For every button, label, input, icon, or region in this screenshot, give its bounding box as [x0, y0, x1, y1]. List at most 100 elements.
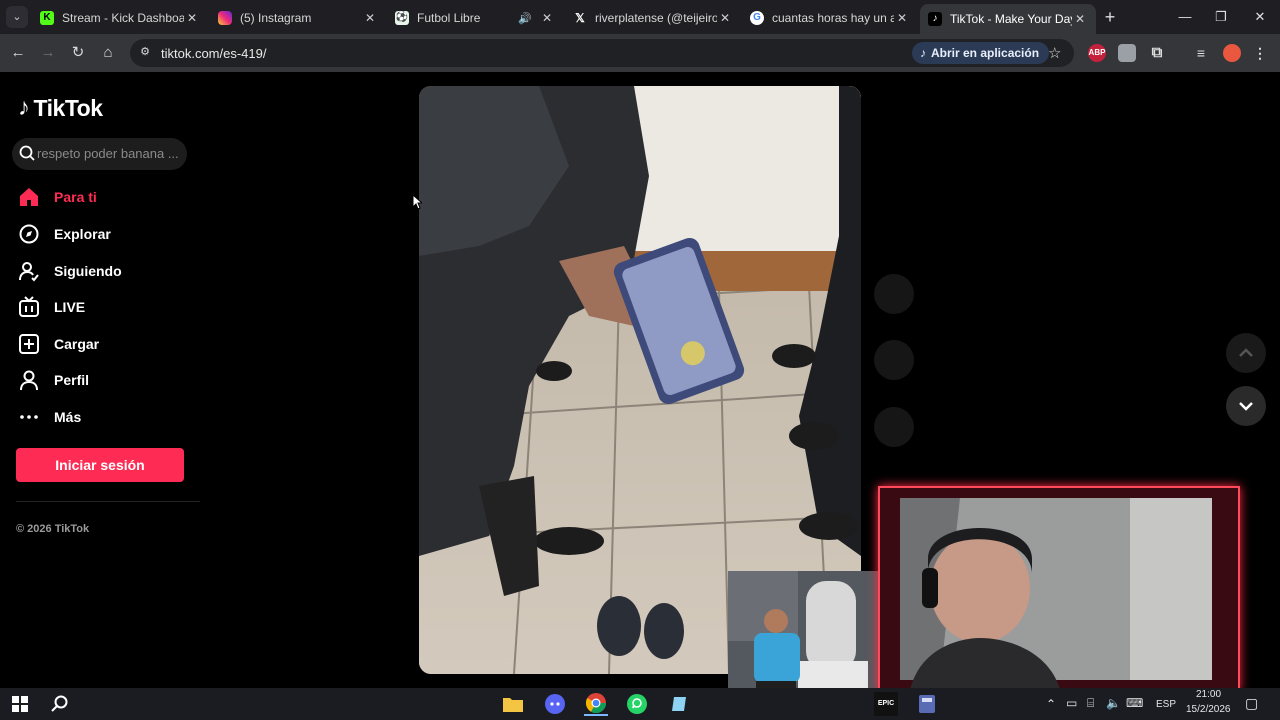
nav-label: Perfil: [54, 372, 90, 388]
google-icon: G: [750, 11, 764, 25]
compass-icon: [18, 223, 40, 245]
nav-para-ti[interactable]: Para ti: [18, 182, 97, 212]
open-in-app-button[interactable]: ♪ Abrir en aplicación: [912, 42, 1050, 64]
minimize-button[interactable]: —: [1172, 6, 1198, 28]
divider: [16, 501, 200, 502]
close-icon[interactable]: ✕: [1072, 12, 1088, 26]
nav-siguiendo[interactable]: Siguiendo: [18, 256, 122, 286]
address-bar[interactable]: ⚙ tiktok.com/es-419/ ♪ Abrir en aplicaci…: [130, 39, 1074, 67]
profile-icon: [18, 369, 40, 391]
tray-expand-icon[interactable]: ⌃: [1046, 697, 1056, 711]
webcam-overlay: [878, 486, 1240, 692]
tiktok-icon: ♪: [928, 12, 942, 26]
notifications-icon[interactable]: ▢: [1245, 695, 1258, 712]
network-icon[interactable]: ⌸: [1087, 696, 1094, 711]
tab-title: riverplatense (@teijeiroant: [595, 11, 717, 25]
tab-title: cuantas horas hay un año: [772, 11, 894, 25]
media-control-icon[interactable]: ≡: [1192, 44, 1210, 62]
bookmark-star-icon[interactable]: ☆: [1048, 44, 1061, 62]
close-icon[interactable]: ✕: [362, 11, 378, 25]
close-icon[interactable]: ✕: [894, 11, 910, 25]
close-icon[interactable]: ✕: [717, 11, 733, 25]
open-in-app-label: Abrir en aplicación: [931, 46, 1040, 60]
nav-label: Cargar: [54, 336, 100, 352]
close-icon[interactable]: ✕: [184, 11, 200, 25]
browser-toolbar: ← → ↻ ⌂ ⚙ tiktok.com/es-419/ ♪ Abrir en …: [0, 34, 1280, 72]
search-icon: [19, 145, 35, 161]
chevron-down-icon: [1239, 402, 1253, 411]
tab-title: Stream - Kick Dashboard: [62, 11, 184, 25]
profile-avatar[interactable]: [1223, 44, 1241, 62]
site-info-icon[interactable]: ⚙: [138, 45, 152, 59]
window-close-button[interactable]: ✕: [1247, 6, 1273, 28]
tab-search-button[interactable]: ⌄: [6, 6, 28, 28]
app-icon[interactable]: [667, 692, 691, 716]
volume-icon[interactable]: 🔈: [1106, 696, 1121, 710]
x-icon: 𝕏: [575, 11, 585, 25]
nav-perfil[interactable]: Perfil: [18, 365, 89, 395]
search-placeholder: respeto poder banana ...: [37, 146, 179, 161]
nav-label: Más: [54, 409, 82, 425]
bookmark-button[interactable]: [874, 407, 914, 447]
tiktok-logo[interactable]: ♪ TikTok: [18, 94, 103, 122]
whatsapp-icon[interactable]: [625, 692, 649, 716]
user-follow-icon: [18, 260, 40, 282]
reload-button[interactable]: ↻: [67, 42, 89, 64]
tab-title: TikTok - Make Your Day: [950, 12, 1072, 26]
epic-games-icon[interactable]: EPIC: [874, 692, 898, 716]
windows-start-icon[interactable]: [8, 692, 32, 716]
login-button[interactable]: Iniciar sesión: [16, 448, 184, 482]
nav-mas[interactable]: Más: [18, 402, 81, 432]
home-icon: [18, 186, 40, 208]
file-explorer-icon[interactable]: [501, 692, 525, 716]
nav-label: Para ti: [54, 189, 97, 205]
nav-label: LIVE: [54, 299, 86, 315]
tab-futbol-libre[interactable]: ⚽ Futbol Libre 🔊 ✕: [387, 4, 563, 32]
clock-date[interactable]: 15/2/2026: [1186, 704, 1231, 715]
nav-cargar[interactable]: Cargar: [18, 329, 99, 359]
comment-button[interactable]: [874, 340, 914, 380]
tab-title: (5) Instagram: [240, 11, 312, 25]
tab-google[interactable]: G cuantas horas hay un año ✕: [742, 4, 918, 32]
previous-video-button[interactable]: [1226, 333, 1266, 373]
browser-menu-icon[interactable]: ⋮: [1251, 44, 1269, 62]
back-button[interactable]: ←: [7, 42, 29, 64]
language-indicator[interactable]: ESP: [1156, 699, 1176, 710]
adblock-plus-icon[interactable]: ABP: [1088, 44, 1106, 62]
tab-tiktok[interactable]: ♪ TikTok - Make Your Day ✕: [920, 4, 1096, 34]
nav-explorar[interactable]: Explorar: [18, 219, 111, 249]
forward-button[interactable]: →: [37, 42, 59, 64]
clock-time[interactable]: 21:00: [1196, 689, 1221, 700]
speaker-icon[interactable]: 🔊: [517, 12, 533, 25]
new-tab-button[interactable]: +: [1100, 7, 1120, 27]
chrome-icon[interactable]: [584, 692, 608, 716]
like-button[interactable]: [874, 274, 914, 314]
windows-taskbar: EPIC ⌃ ▭ ⌸ 🔈 ⌨ ESP 21:00 15/2/2026 ▢: [0, 688, 1280, 720]
discord-icon[interactable]: [543, 692, 567, 716]
tiktok-icon: ♪: [920, 46, 926, 60]
maximize-button[interactable]: ❐: [1208, 6, 1234, 28]
nav-label: Explorar: [54, 226, 111, 242]
next-video-button[interactable]: [1226, 386, 1266, 426]
tab-kick[interactable]: K Stream - Kick Dashboard ✕: [32, 4, 208, 32]
keyboard-icon[interactable]: ⌨: [1126, 696, 1143, 710]
battery-icon[interactable]: ▭: [1066, 696, 1077, 710]
tiktok-icon: ♪: [18, 94, 30, 121]
live-tv-icon: [18, 296, 40, 318]
chevron-up-icon: [1239, 348, 1253, 357]
nav-live[interactable]: LIVE: [18, 292, 85, 322]
search-icon[interactable]: [48, 692, 72, 716]
futbol-libre-icon: ⚽: [395, 11, 409, 25]
more-dots-icon: [18, 406, 40, 428]
close-icon[interactable]: ✕: [539, 11, 555, 25]
home-button[interactable]: ⌂: [97, 42, 119, 64]
tab-x[interactable]: 𝕏 riverplatense (@teijeiroant ✕: [565, 4, 741, 32]
browser-tab-strip: ⌄ K Stream - Kick Dashboard ✕ (5) Instag…: [0, 0, 1280, 34]
search-input[interactable]: respeto poder banana ...: [12, 138, 187, 170]
upload-plus-icon: [18, 333, 40, 355]
tab-instagram[interactable]: (5) Instagram ✕: [210, 4, 386, 32]
extensions-puzzle-icon[interactable]: ⧉: [1148, 44, 1166, 62]
extension-icon[interactable]: [1118, 44, 1136, 62]
mouse-cursor-icon: [412, 194, 422, 210]
calculator-icon[interactable]: [915, 692, 939, 716]
